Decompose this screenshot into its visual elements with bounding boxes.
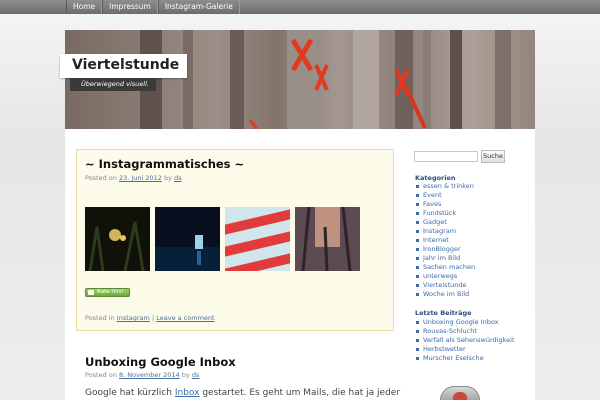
- category-link[interactable]: Instagram: [117, 314, 150, 322]
- post-footer: Posted in Instagram | Leave a comment: [85, 314, 215, 322]
- post-author-link[interactable]: ds: [192, 371, 200, 379]
- post-author-link[interactable]: ds: [174, 174, 182, 182]
- inbox-link[interactable]: Inbox: [175, 388, 200, 398]
- category-item[interactable]: IronBlogger: [416, 245, 475, 254]
- post-title[interactable]: Unboxing Google Inbox: [85, 355, 236, 369]
- rating-icon: [88, 290, 94, 295]
- excerpt-end: gestartet. Es geht um Mails, die hat ja …: [202, 388, 401, 398]
- category-item[interactable]: Sachen machen: [416, 263, 475, 272]
- recent-posts-title: Letzte Beiträge: [415, 309, 472, 317]
- category-item[interactable]: essen & trinken: [416, 182, 475, 191]
- category-item[interactable]: unterwegs: [416, 272, 475, 281]
- category-item[interactable]: Instagram: [416, 227, 475, 236]
- nav-impressum[interactable]: Impressum: [102, 0, 158, 14]
- thumb-red-stripes: [225, 207, 290, 271]
- post-meta: Posted on 8. November 2014 by ds: [85, 371, 199, 379]
- thumb-forest-path: [295, 207, 360, 271]
- footer-prefix: Posted in: [85, 314, 115, 322]
- post-excerpt: Google hat kürzlich Inbox gestartet. Es …: [85, 388, 400, 398]
- instagram-thumbnail[interactable]: [85, 207, 150, 271]
- top-nav: Home Impressum Instagram-Galerie: [66, 0, 240, 14]
- thumb-night-trees: [85, 207, 150, 271]
- categories-list: essen & trinken Event Faves Fundstück Ga…: [416, 182, 475, 299]
- category-item[interactable]: Internet: [416, 236, 475, 245]
- category-item[interactable]: Faves: [416, 200, 475, 209]
- category-item[interactable]: Jahr im Bild: [416, 254, 475, 263]
- recent-post-item[interactable]: Verfall als Sehenswürdigkeit: [416, 336, 515, 345]
- leave-comment-link[interactable]: Leave a comment: [156, 314, 214, 322]
- search-button[interactable]: Suche: [481, 150, 505, 163]
- instagram-thumbnail[interactable]: [295, 207, 360, 271]
- site-title[interactable]: Viertelstunde: [72, 57, 179, 73]
- rate-label: Rate this!: [97, 289, 124, 295]
- nav-home[interactable]: Home: [66, 0, 103, 14]
- sidebar-badge-icon[interactable]: [440, 386, 480, 400]
- categories-title: Kategorien: [415, 174, 456, 182]
- meta-by: by: [164, 174, 173, 182]
- rate-this-button[interactable]: Rate this!: [85, 288, 130, 297]
- instagram-thumbnail[interactable]: [155, 207, 220, 271]
- top-nav-bar: Home Impressum Instagram-Galerie: [0, 0, 600, 14]
- recent-post-item[interactable]: Unboxing Google Inbox: [416, 318, 515, 327]
- instagram-thumbnail[interactable]: [225, 207, 290, 271]
- post-date-link[interactable]: 23. Juni 2012: [119, 174, 162, 182]
- post-title[interactable]: ~ Instagrammatisches ~: [85, 157, 244, 171]
- meta-by: by: [181, 371, 190, 379]
- post-meta: Posted on 23. Juni 2012 by ds: [85, 174, 182, 182]
- excerpt-start: Google hat kürzlich: [85, 388, 172, 398]
- meta-prefix: Posted on: [85, 371, 117, 379]
- category-item[interactable]: Woche im Bild: [416, 290, 475, 299]
- category-item[interactable]: Fundstück: [416, 209, 475, 218]
- meta-prefix: Posted on: [85, 174, 117, 182]
- recent-posts-list: Unboxing Google Inbox Rouvas-Schlucht Ve…: [416, 318, 515, 363]
- footer-separator: |: [151, 314, 155, 322]
- category-item[interactable]: Event: [416, 191, 475, 200]
- site-tagline: Überwiegend visuell.: [81, 80, 149, 88]
- thumb-night-skyline: [155, 207, 220, 271]
- nav-instagram-galerie[interactable]: Instagram-Galerie: [157, 0, 240, 14]
- category-item[interactable]: Viertelstunde: [416, 281, 475, 290]
- recent-post-item[interactable]: Rouvas-Schlucht: [416, 327, 515, 336]
- category-item[interactable]: Gadget: [416, 218, 475, 227]
- recent-post-item[interactable]: Herbstwetter: [416, 345, 515, 354]
- search-input[interactable]: [414, 151, 478, 162]
- post-date-link[interactable]: 8. November 2014: [119, 371, 180, 379]
- recent-post-item[interactable]: Murscher Eselsche: [416, 354, 515, 363]
